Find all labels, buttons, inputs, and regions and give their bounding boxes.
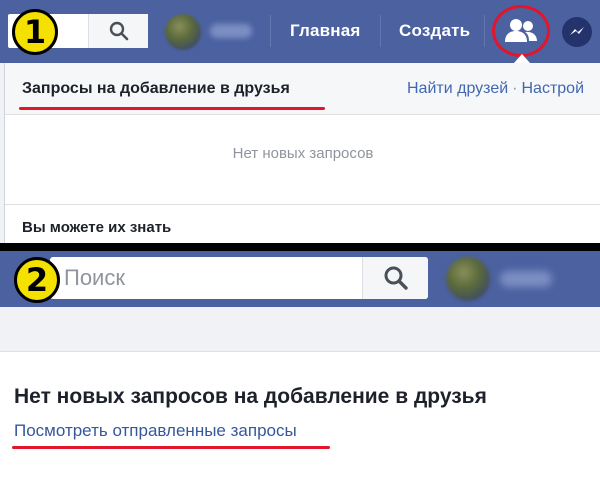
top-navigation-bar: Главная Создать [0,0,600,63]
panel-step-1: Главная Создать Запросы на добавление в … [0,0,600,243]
red-highlight-underline [19,107,325,110]
page-content: Нет новых запросов на добавление в друзь… [0,307,600,500]
nav-separator [270,15,271,47]
nav-separator [380,15,381,47]
search-icon [384,266,408,290]
avatar[interactable] [446,257,490,301]
link-separator: · [512,80,518,97]
dropdown-header: Запросы на добавление в друзья Найти дру… [5,63,600,115]
messenger-icon [570,27,584,35]
top-navigation-bar: Поиск [0,251,600,307]
dropdown-caret [514,54,530,63]
search-input[interactable]: Поиск [64,257,125,299]
settings-link[interactable]: Настрой [521,80,584,97]
search-button[interactable] [88,14,148,48]
people-you-may-know-heading: Вы можете их знать [22,219,172,236]
friend-requests-title: Запросы на добавление в друзья [22,80,290,97]
home-link[interactable]: Главная [290,21,361,41]
view-sent-requests-link[interactable]: Посмотреть отправленные запросы [14,421,297,441]
friend-requests-button[interactable] [492,5,550,57]
step-badge: 2 [14,257,60,303]
nav-separator [484,15,485,47]
empty-requests-message: Нет новых запросов [232,145,374,162]
friend-requests-card: Нет новых запросов на добавление в друзь… [0,351,600,500]
no-requests-heading: Нет новых запросов на добавление в друзь… [14,385,487,408]
find-friends-link[interactable]: Найти друзей [407,80,508,97]
create-link[interactable]: Создать [399,21,470,41]
search-box[interactable]: Поиск [50,257,428,299]
friend-requests-dropdown: Запросы на добавление в друзья Найти дру… [4,63,600,243]
profile-name-blurred[interactable] [210,24,252,38]
panel-divider [0,243,600,251]
section-divider [5,204,600,205]
avatar[interactable] [165,14,201,50]
search-icon [109,21,128,41]
messenger-button[interactable] [562,17,592,47]
dropdown-links: Найти друзей · Настрой [407,80,584,98]
step-badge: 1 [12,9,58,55]
red-highlight-underline [12,446,330,449]
profile-name-blurred[interactable] [500,271,552,287]
search-button[interactable] [362,257,428,299]
friends-icon [505,19,537,42]
panel-step-2: Поиск Нет новых запросов на добавление в… [0,251,600,500]
